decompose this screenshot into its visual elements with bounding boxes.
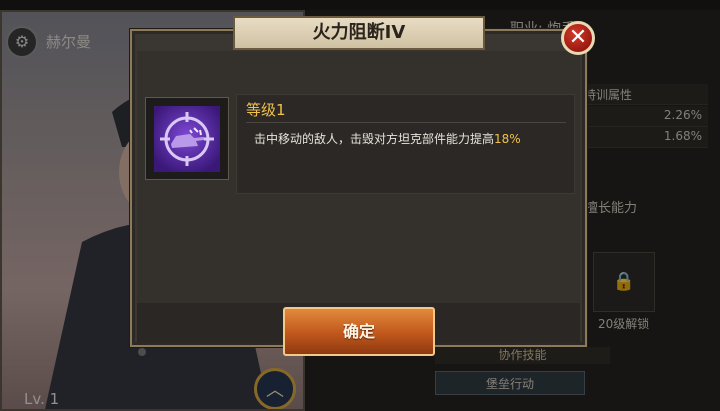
- skill-description: 击中移动的敌人，击毁对方坦克部件能力提高18%: [254, 130, 521, 147]
- skill-icon-frame: [145, 97, 229, 180]
- skill-description-value: 18%: [494, 132, 521, 146]
- tank-crosshair-icon: [154, 106, 220, 172]
- dialog-title: 火力阻断IV: [233, 16, 485, 50]
- divider: [246, 122, 566, 123]
- skill-description-text: 击中移动的敌人，击毁对方坦克部件能力提高: [254, 132, 495, 146]
- confirm-button[interactable]: 确定: [283, 307, 435, 356]
- close-icon[interactable]: ✕: [561, 21, 595, 55]
- skill-level-label: 等级1: [246, 101, 286, 119]
